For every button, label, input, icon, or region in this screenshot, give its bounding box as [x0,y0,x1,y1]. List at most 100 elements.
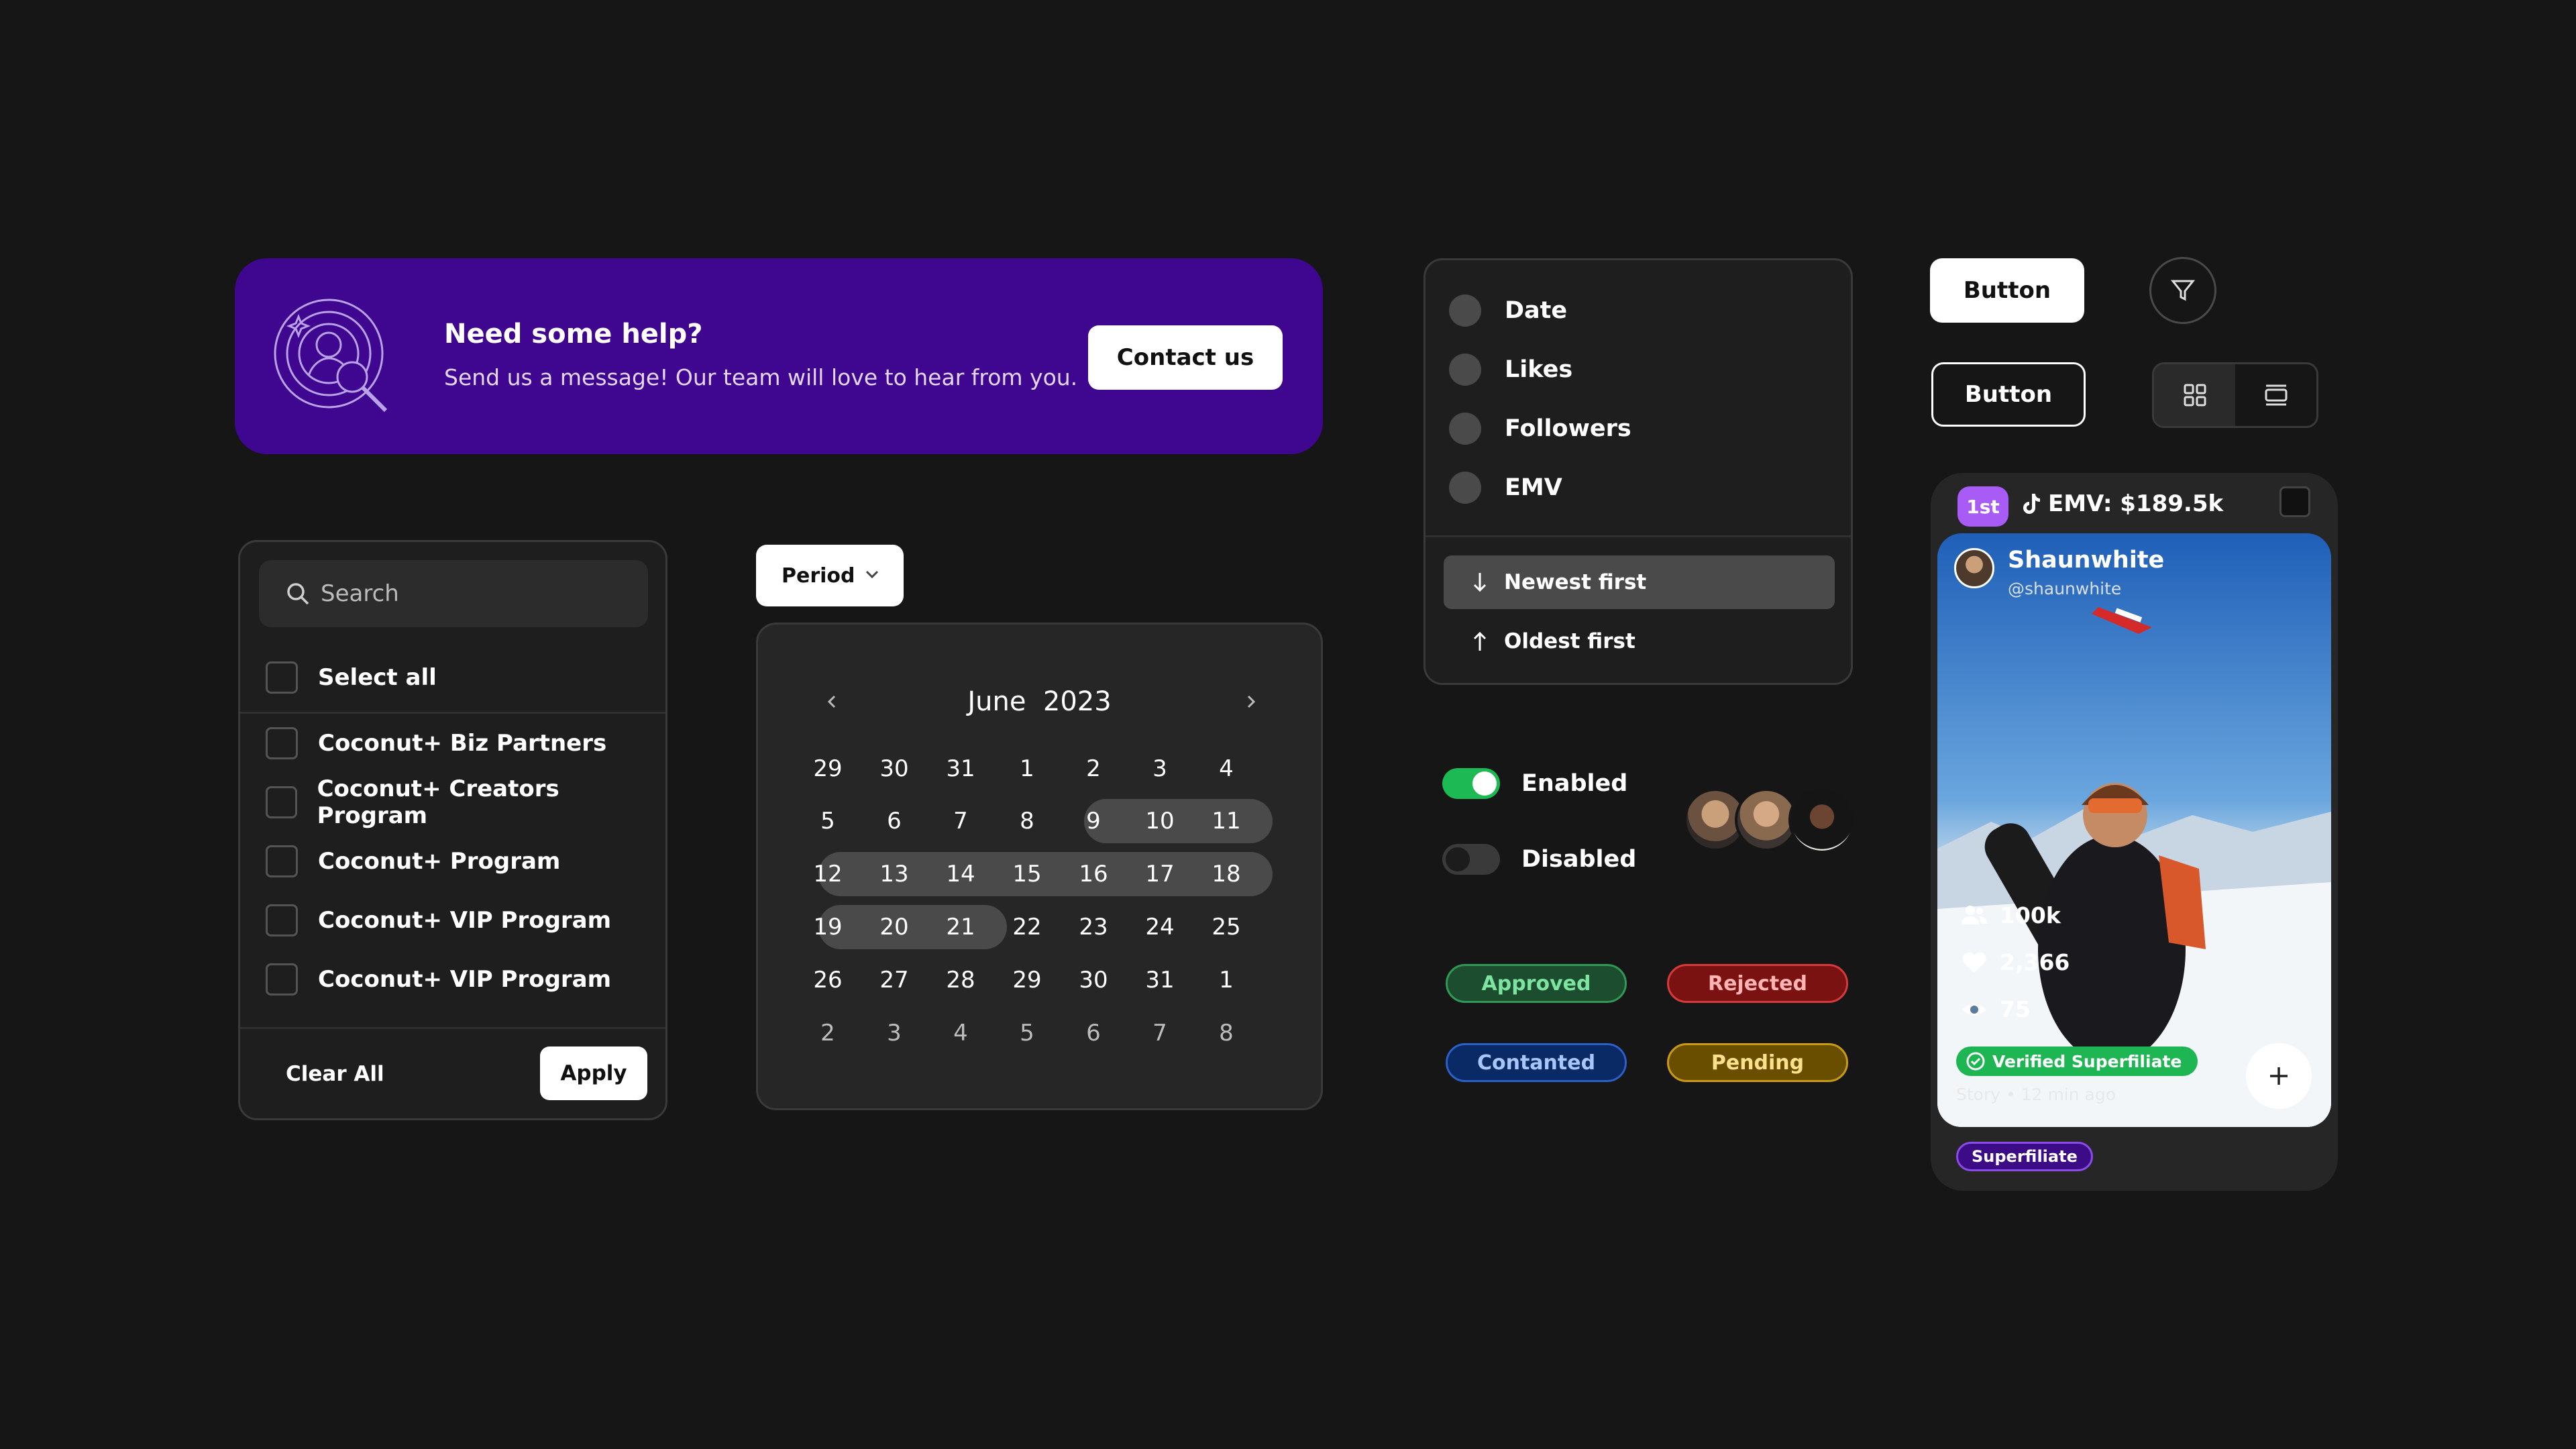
calendar-day[interactable]: 15 [994,851,1060,898]
clear-all-button[interactable]: Clear All [286,1062,384,1086]
calendar-day[interactable]: 14 [928,851,994,898]
calendar-day[interactable]: 29 [795,745,861,792]
calendar-month-label: June 2023 [758,686,1321,717]
radio-button[interactable] [1449,354,1481,386]
radio-button[interactable] [1449,413,1481,445]
calendar-day[interactable]: 30 [861,745,927,792]
calendar-day[interactable]: 7 [1127,1010,1193,1057]
list-item[interactable]: Coconut+ VIP Program [266,900,611,941]
calendar-day[interactable]: 16 [1061,851,1126,898]
calendar-day[interactable]: 6 [861,798,927,845]
toggle-enabled-row[interactable]: Enabled [1442,768,1627,799]
calendar-day[interactable]: 6 [1061,1010,1126,1057]
calendar-day[interactable]: 31 [1127,957,1193,1004]
chevron-down-icon [863,565,881,582]
list-item[interactable]: Coconut+ Biz Partners [266,723,606,763]
emv-value: EMV: $189.5k [2048,490,2224,517]
calendar-day[interactable]: 23 [1061,904,1126,951]
year: 2023 [1042,686,1112,717]
sort-newest-first[interactable]: Newest first [1444,555,1835,609]
primary-button[interactable]: Button [1930,258,2084,323]
calendar-day[interactable]: 4 [1193,745,1259,792]
help-subtitle: Send us a message! Our team will love to… [444,364,1078,390]
creator-card[interactable]: 1st EMV: $189.5k Shaunwhite @shaunwhite … [1931,473,2338,1191]
select-all-row[interactable]: Select all [266,657,437,698]
calendar-day[interactable]: 28 [928,957,994,1004]
calendar-day[interactable]: 12 [795,851,861,898]
filter-list-panel: Search Select all Coconut+ Biz Partners … [238,540,667,1120]
calendar-day[interactable]: 9 [1061,798,1126,845]
filter-button[interactable] [2149,257,2216,324]
calendar-day[interactable]: 27 [861,957,927,1004]
checkbox[interactable] [266,727,298,759]
calendar-day[interactable]: 17 [1127,851,1193,898]
list-item[interactable]: Coconut+ Program [266,841,560,881]
grid-view-button[interactable] [2154,364,2235,426]
calendar-day[interactable]: 10 [1127,798,1193,845]
list-item[interactable]: Coconut+ VIP Program [266,959,611,1000]
period-dropdown[interactable]: Period [756,545,904,606]
sort-option-followers[interactable]: Followers [1449,409,1631,449]
toggle-disabled-row[interactable]: Disabled [1442,844,1636,875]
list-view-button[interactable] [2235,364,2316,426]
creator-media[interactable]: Shaunwhite @shaunwhite 100k 2,366 75 Ver… [1937,533,2331,1127]
calendar-day[interactable]: 11 [1193,798,1259,845]
calendar-day[interactable]: 7 [928,798,994,845]
calendar-day[interactable]: 22 [994,904,1060,951]
checkbox[interactable] [266,963,298,996]
calendar-day[interactable]: 21 [928,904,994,951]
calendar-day[interactable]: 3 [861,1010,927,1057]
sort-oldest-first[interactable]: Oldest first [1444,614,1835,668]
sort-option-emv[interactable]: EMV [1449,468,1562,508]
calendar-day[interactable]: 8 [1193,1010,1259,1057]
sort-option-label: EMV [1505,474,1562,501]
sort-order-label: Oldest first [1504,629,1635,653]
calendar-day[interactable]: 30 [1061,957,1126,1004]
search-icon [284,580,311,607]
calendar-day[interactable]: 18 [1193,851,1259,898]
emv-label: EMV: $189.5k [2021,490,2223,517]
calendar-day[interactable]: 1 [1193,957,1259,1004]
search-input[interactable]: Search [259,560,648,627]
calendar-day[interactable]: 24 [1127,904,1193,951]
calendar-day[interactable]: 3 [1127,745,1193,792]
calendar-day[interactable]: 25 [1193,904,1259,951]
checkbox[interactable] [266,904,298,936]
verified-label: Verified Superfiliate [1992,1051,2182,1071]
card-checkbox[interactable] [2279,486,2310,517]
checkbox[interactable] [266,661,298,694]
calendar-day[interactable]: 26 [795,957,861,1004]
toggle-label: Disabled [1521,846,1637,873]
story-meta: Story • 12 min ago [1956,1085,2116,1104]
radio-button[interactable] [1449,294,1481,327]
contact-us-button[interactable]: Contact us [1088,325,1283,390]
calendar-day[interactable]: 4 [928,1010,994,1057]
list-item[interactable]: Coconut+ Creators Program [266,775,665,829]
sort-option-date[interactable]: Date [1449,290,1567,331]
add-button[interactable] [2246,1043,2312,1109]
calendar-day[interactable]: 29 [994,957,1060,1004]
calendar-day[interactable]: 5 [994,1010,1060,1057]
calendar-day[interactable]: 13 [861,851,927,898]
toggle-switch-on[interactable] [1442,768,1500,799]
calendar-day[interactable]: 8 [994,798,1060,845]
users-icon [1962,905,1987,924]
creator-username[interactable]: Shaunwhite [2008,547,2164,574]
outline-button[interactable]: Button [1931,362,2086,427]
calendar-day[interactable]: 5 [795,798,861,845]
toggle-switch-off[interactable] [1442,844,1500,875]
period-label: Period [782,564,855,588]
chevron-right-icon[interactable] [1241,692,1261,712]
calendar-day[interactable]: 31 [928,745,994,792]
apply-button[interactable]: Apply [540,1046,647,1100]
calendar-day[interactable]: 2 [1061,745,1126,792]
calendar-day[interactable]: 2 [795,1010,861,1057]
sort-option-likes[interactable]: Likes [1449,350,1572,390]
calendar-day[interactable]: 1 [994,745,1060,792]
calendar-day[interactable]: 20 [861,904,927,951]
radio-button[interactable] [1449,472,1481,504]
calendar-day[interactable]: 19 [795,904,861,951]
checkbox[interactable] [266,845,298,877]
view-toggle [2152,362,2318,428]
checkbox[interactable] [266,786,297,818]
